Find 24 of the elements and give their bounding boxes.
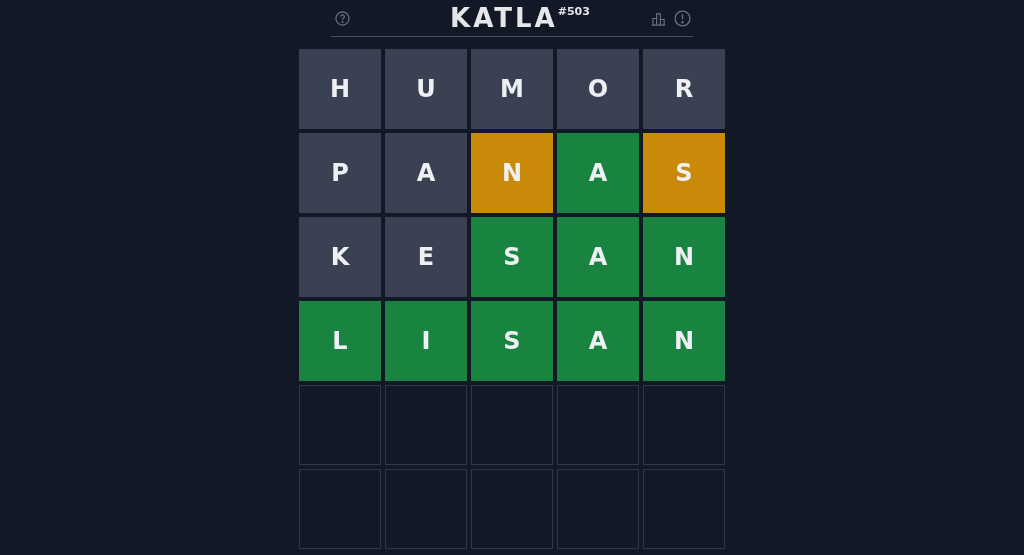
letter-tile: O xyxy=(557,49,639,129)
letter-tile: A xyxy=(557,301,639,381)
help-icon[interactable] xyxy=(333,9,351,27)
letter-tile: A xyxy=(385,133,467,213)
letter-tile: A xyxy=(557,217,639,297)
letter-tile: L xyxy=(299,301,381,381)
letter-tile: K xyxy=(299,217,381,297)
edition-number: #503 xyxy=(557,5,590,18)
letter-tile: P xyxy=(299,133,381,213)
letter-tile: N xyxy=(643,217,725,297)
letter-tile: N xyxy=(643,301,725,381)
letter-tile: H xyxy=(299,49,381,129)
letter-tile: S xyxy=(471,217,553,297)
letter-tile: M xyxy=(471,49,553,129)
letter-tile: E xyxy=(385,217,467,297)
app-title: KATLA xyxy=(450,2,558,34)
info-icon[interactable] xyxy=(673,9,691,27)
letter-tile: S xyxy=(643,133,725,213)
letter-tile: R xyxy=(643,49,725,129)
letter-tile: I xyxy=(385,301,467,381)
letter-tile: U xyxy=(385,49,467,129)
letter-tile: A xyxy=(557,133,639,213)
letter-tile: S xyxy=(471,301,553,381)
letter-tile: N xyxy=(471,133,553,213)
